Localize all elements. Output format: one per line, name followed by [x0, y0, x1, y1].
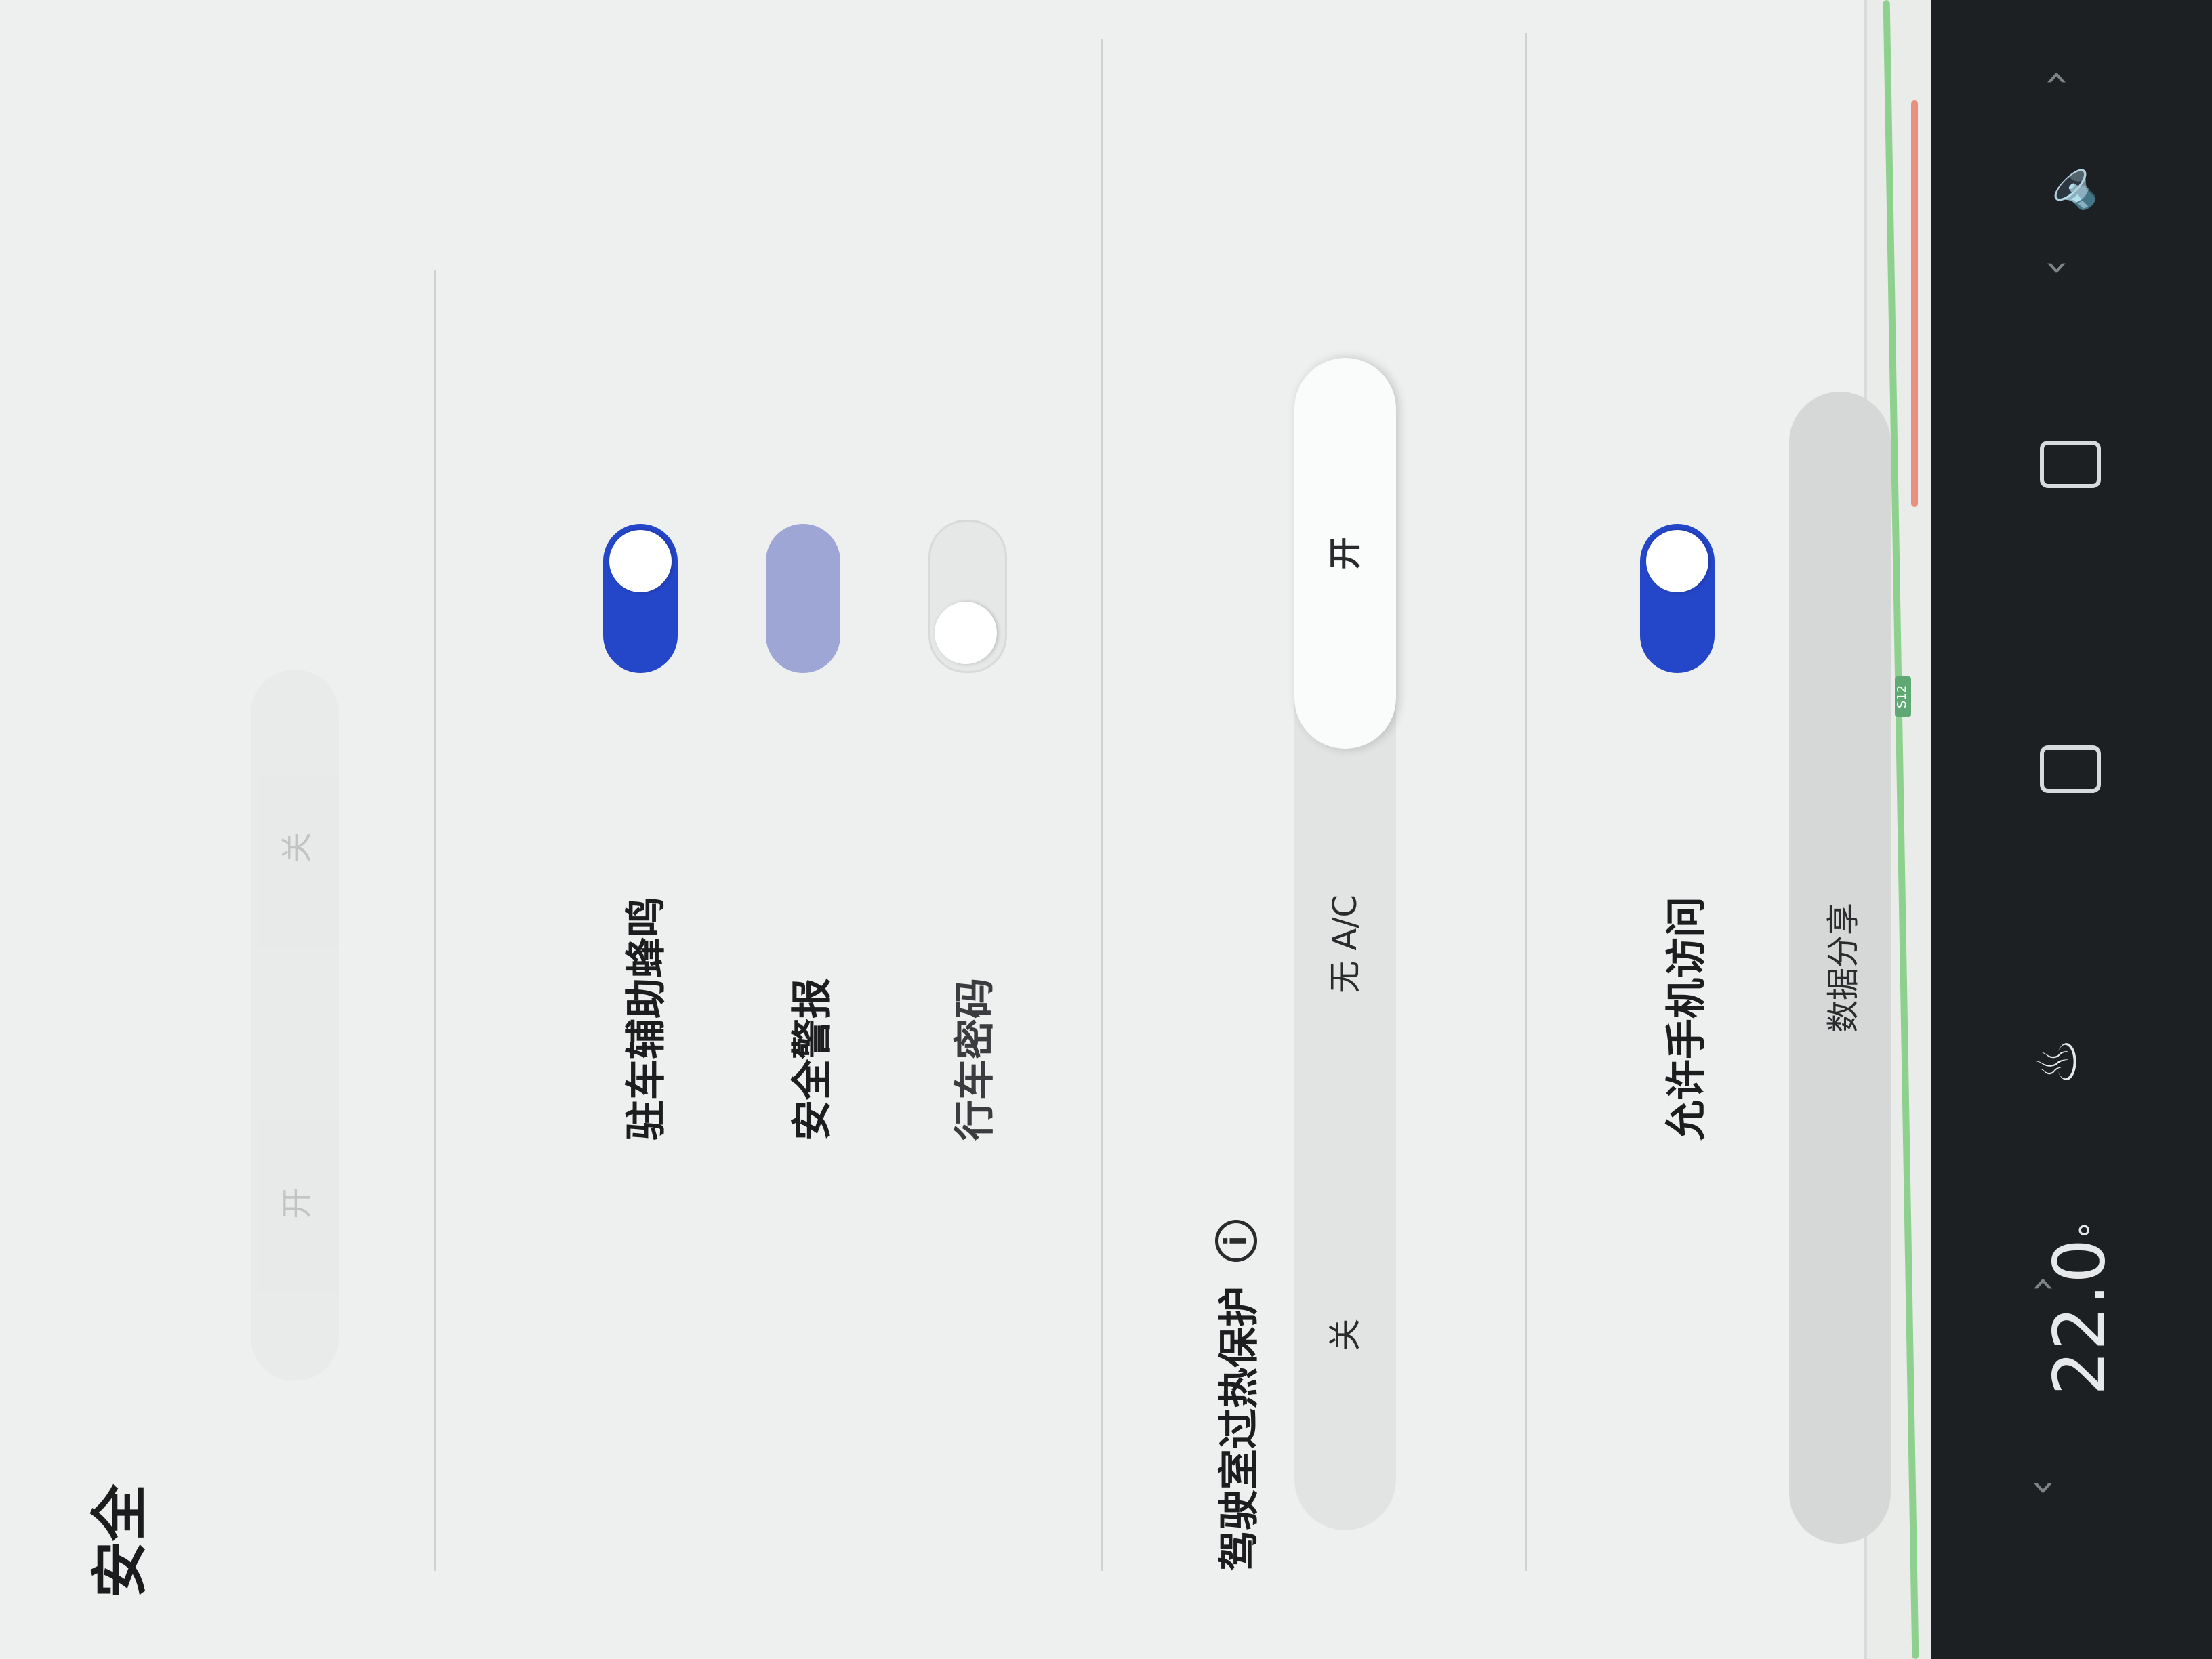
road-sign: S12 — [1895, 676, 1911, 717]
phone-access-label: 允许手机访问 — [1663, 897, 1711, 1141]
toggle-knob — [609, 530, 672, 592]
volume-icon[interactable]: 🔈 — [2041, 155, 2097, 213]
seat-heat-icon[interactable]: ♨ — [2026, 1038, 2089, 1086]
divider — [434, 270, 436, 1571]
climate-control-bar: ‹ 22.0° › ♨ ‹ 🔈 › — [1931, 0, 2212, 1659]
temperature-unit: ° — [2072, 1221, 2112, 1239]
overheat-protection-text: 驾驶室过热保护 — [1216, 1286, 1263, 1571]
security-alarm-label: 安全警报 — [789, 978, 836, 1141]
security-alarm-toggle[interactable] — [766, 524, 840, 673]
divider — [1101, 39, 1103, 1571]
temperature-value: 22.0 — [2038, 1238, 2121, 1396]
parking-beep-label: 驻车辅助蜂鸣 — [623, 897, 670, 1141]
phone-access-toggle[interactable] — [1640, 524, 1715, 673]
overheat-segment-control[interactable]: 关 无 A/C 开 — [1294, 357, 1396, 1530]
front-defrost-icon[interactable] — [2040, 745, 2101, 793]
cabin-temperature: 22.0° — [2038, 1222, 2121, 1396]
temp-decrease-button[interactable]: ‹ — [2018, 1479, 2065, 1496]
divider — [1525, 33, 1527, 1571]
top-segment-off[interactable]: 关 — [272, 670, 317, 1025]
overheat-option-no-ac[interactable]: 无 A/C — [1294, 749, 1396, 1140]
temp-increase-button[interactable]: › — [2018, 1276, 2065, 1292]
toggle-knob — [935, 602, 997, 664]
toggle-row-parking-beep[interactable] — [603, 524, 678, 673]
toggle-row-phone-access[interactable] — [1640, 524, 1715, 673]
data-share-button[interactable]: 数据分享 — [1789, 392, 1891, 1544]
top-segment-on[interactable]: 开 — [272, 1025, 317, 1381]
toggle-row-drive-pin[interactable] — [928, 520, 1007, 673]
volume-down-chevron[interactable]: ‹ — [2031, 260, 2078, 276]
overheat-option-on[interactable]: 开 — [1294, 357, 1396, 749]
top-segment-control[interactable]: 开 关 — [251, 670, 339, 1381]
info-icon-glyph: i — [1218, 1235, 1253, 1246]
volume-up-chevron[interactable]: › — [2031, 70, 2078, 86]
drive-pin-label: 行车密码 — [951, 978, 999, 1141]
map-road — [1911, 100, 1918, 507]
road-sign-label: S12 — [1895, 684, 1909, 709]
rear-defrost-icon[interactable] — [2040, 441, 2101, 488]
overheat-protection-label: 驾驶室过热保护 i — [1206, 1220, 1265, 1571]
toggle-knob — [1646, 530, 1708, 592]
page-title: 安全 — [87, 1483, 153, 1598]
settings-screen: S12 安全 开 关 驻车辅助蜂鸣 安全警报 行车密码 驾驶室过热保护 i 关 … — [0, 0, 1931, 1659]
overheat-option-off[interactable]: 关 — [1294, 1139, 1396, 1530]
parking-beep-toggle[interactable] — [603, 524, 678, 673]
info-icon[interactable]: i — [1214, 1220, 1257, 1262]
drive-pin-toggle[interactable] — [928, 520, 1007, 673]
toggle-row-security-alarm[interactable] — [766, 524, 840, 673]
